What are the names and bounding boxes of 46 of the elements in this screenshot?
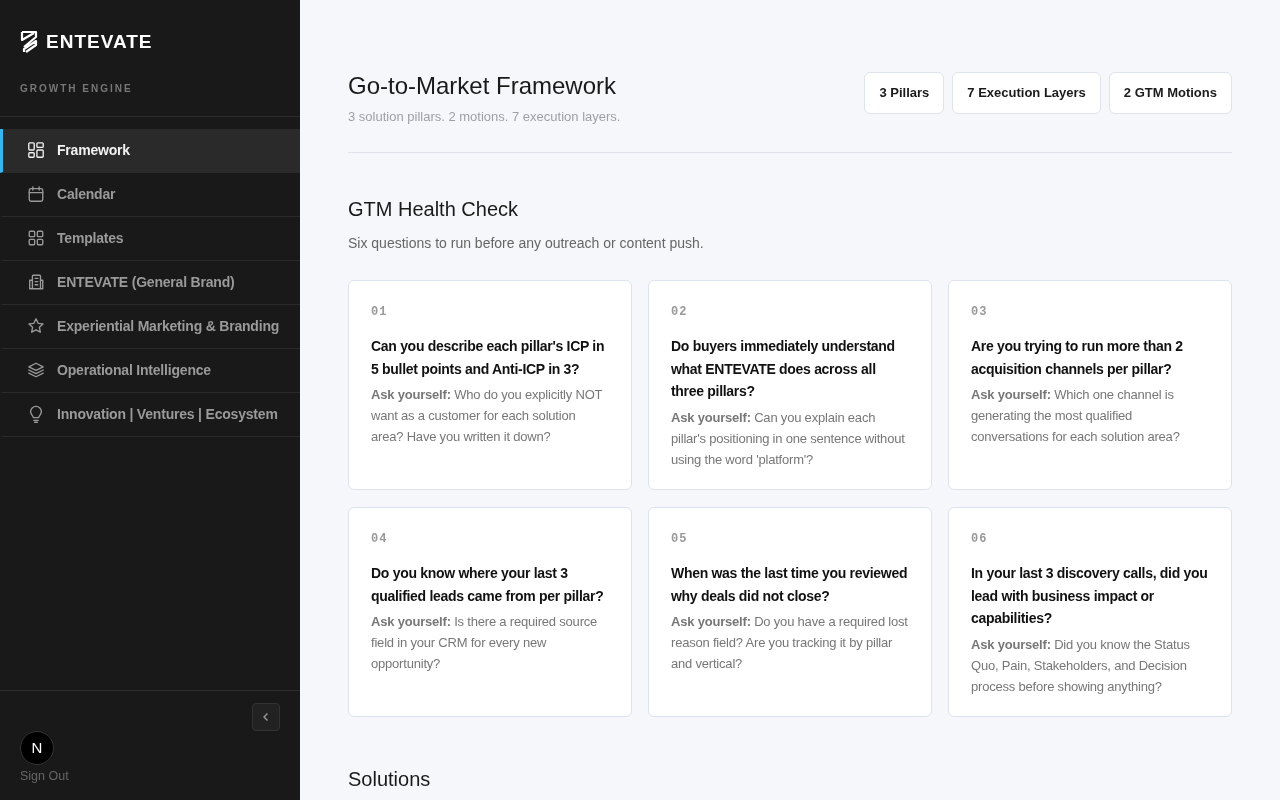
question-prompt: Ask yourself: Can you explain each pillar's positioning in one sentence without using the word 'platform'? [671, 408, 906, 469]
stat-chip: 2 GTM Motions [1108, 72, 1232, 114]
question-prompt: Ask yourself: Is there a required source field in your CRM for every new opportunity? [371, 613, 599, 674]
question-number: 03 [971, 304, 989, 322]
collapse-sidebar-button[interactable] [252, 703, 280, 732]
section-title: Solutions [348, 767, 432, 792]
sidebar-item[interactable]: Operational Intelligence [0, 348, 300, 393]
building-icon [27, 273, 45, 291]
lightbulb-icon [27, 405, 45, 423]
question-number: 05 [671, 531, 689, 549]
sidebar-item[interactable]: ENTEVATE (General Brand) [0, 260, 300, 305]
page-title: Go-to-Market Framework [348, 72, 618, 101]
grid-icon [27, 229, 45, 247]
question-text: Are you trying to run more than 2 acquisition channels per pillar? [971, 337, 1184, 379]
question-prompt: Ask yourself: Did you know the Status Quo, Pain, Stakeholders, and Decision process before showing anything? [971, 635, 1191, 696]
brand-name: ENTEVATE [46, 30, 153, 54]
section-title: GTM Health Check [348, 197, 520, 222]
sidebar-item[interactable]: Calendar [0, 172, 300, 217]
question-text: Do you know where your last 3 qualified leads came from per pillar? [371, 564, 605, 606]
chevron-left-icon [261, 712, 271, 723]
question-number: 02 [671, 304, 689, 322]
question-prompt: Ask yourself: Who do you explicitly NOT want as a customer for each solution area? Have you written it down? [371, 386, 604, 447]
sidebar-item[interactable]: Innovation | Ventures | Ecosystem [0, 392, 300, 437]
sidebar-item[interactable]: Templates [0, 216, 300, 261]
stat-chip: 3 Pillars [864, 72, 945, 114]
stat-chip: 7 Execution Layers [952, 72, 1101, 114]
question-prompt: Ask yourself: Which one channel is generating the most qualified conversations for each solution area? [971, 386, 1181, 447]
question-text: When was the last time you reviewed why deals did not close? [671, 564, 909, 606]
question-prompt: Ask yourself: Do you have a required lost reason field? Are you tracking it by pillar and vertical? [671, 613, 909, 674]
star-icon [27, 317, 45, 335]
sidebar-item[interactable]: Experiential Marketing & Branding [0, 304, 300, 349]
question-text: Do buyers immediately understand what ENTEVATE does across all three pillars? [671, 337, 896, 402]
grid-icon [27, 141, 45, 159]
question-number: 04 [371, 531, 389, 549]
page-subtitle: 3 solution pillars. 2 motions. 7 execution layers. [348, 107, 621, 126]
logo-icon [20, 30, 38, 55]
sidebar-item[interactable]: Framework [0, 128, 300, 173]
calendar-icon [27, 185, 45, 203]
question-text: Can you describe each pillar's ICP in 5 bullet points and Anti-ICP in 3? [371, 337, 606, 379]
layers-icon [27, 361, 45, 379]
user-avatar[interactable]: N [20, 731, 54, 766]
brand-tagline: GROWTH ENGINE [20, 81, 134, 96]
section-subtitle: Six questions to run before any outreach or content push. [348, 234, 705, 254]
question-text: In your last 3 discovery calls, did you lead with business impact or capabilities? [971, 564, 1209, 629]
question-number: 06 [971, 531, 989, 549]
question-number: 01 [371, 304, 389, 322]
